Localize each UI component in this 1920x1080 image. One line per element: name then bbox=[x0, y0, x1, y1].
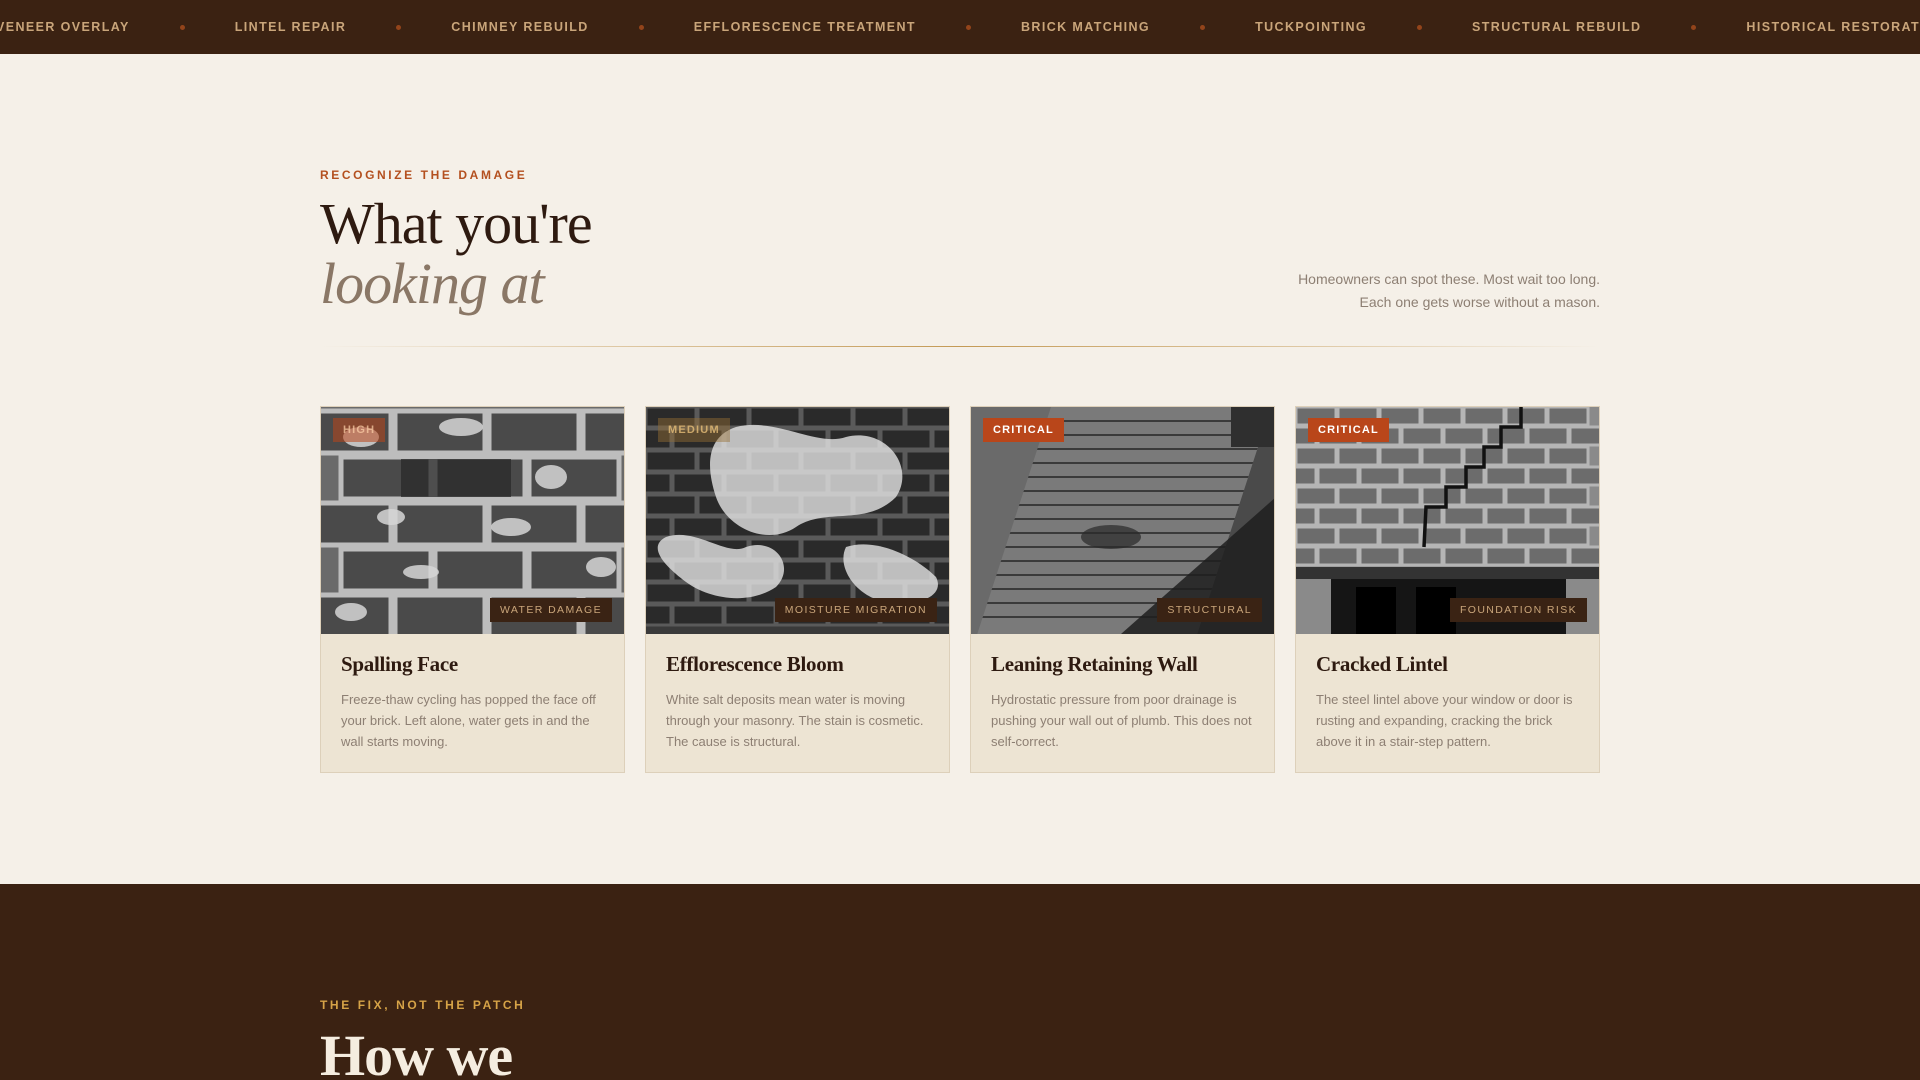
card-body: Efflorescence Bloom White salt deposits … bbox=[646, 634, 949, 772]
card-description: The steel lintel above your window or do… bbox=[1316, 692, 1573, 749]
spalled-brick-photo: HIGH WATER DAMAGE bbox=[321, 407, 624, 634]
marquee-item: CHIMNEY REBUILD bbox=[451, 20, 589, 34]
category-badge: WATER DAMAGE bbox=[490, 598, 612, 622]
marquee-separator-dot-icon bbox=[179, 24, 185, 30]
severity-badge: CRITICAL bbox=[1308, 418, 1389, 442]
card-body: Spalling Face Freeze-thaw cycling has po… bbox=[321, 634, 624, 772]
severity-badge: HIGH bbox=[333, 418, 386, 442]
section-eyebrow: RECOGNIZE THE DAMAGE bbox=[320, 168, 528, 182]
marquee-item: LINTEL REPAIR bbox=[234, 20, 347, 34]
damage-section: RECOGNIZE THE DAMAGE What you're looking… bbox=[0, 54, 1920, 884]
card-title: Cracked Lintel bbox=[1316, 652, 1448, 676]
marquee-track: VENEER OVERLAY LINTEL REPAIR CHIMNEY REBUI… bbox=[0, 0, 1920, 54]
card-body: Cracked Lintel The steel lintel above yo… bbox=[1296, 634, 1599, 772]
marquee-item: VENEER OVERLAY bbox=[0, 20, 130, 34]
card-description: Freeze-thaw cycling has popped the face … bbox=[341, 692, 596, 749]
card-body: Leaning Retaining Wall Hydrostatic press… bbox=[971, 634, 1274, 772]
card-title: Efflorescence Bloom bbox=[666, 652, 844, 676]
efflorescence-brick-photo: MEDIUM MOISTURE MIGRATION bbox=[646, 407, 949, 634]
marquee-item: TUCKPOINTING bbox=[1255, 20, 1367, 34]
fix-eyebrow: THE FIX, NOT THE PATCH bbox=[320, 998, 526, 1012]
card-description: Hydrostatic pressure from poor drainage … bbox=[991, 692, 1252, 749]
section-headline: What you're looking at bbox=[320, 191, 593, 316]
category-badge: MOISTURE MIGRATION bbox=[774, 598, 937, 622]
cracked-lintel-photo: CRITICAL FOUNDATION RISK bbox=[1296, 407, 1599, 634]
marquee-item: STRUCTURAL REBUILD bbox=[1472, 20, 1642, 34]
fix-section: THE FIX, NOT THE PATCH How we bbox=[0, 884, 1920, 1080]
damage-card-cracked-lintel[interactable]: CRITICAL FOUNDATION RISK Cracked Lintel … bbox=[1295, 406, 1600, 773]
marquee-separator-dot-icon bbox=[1200, 24, 1206, 30]
damage-cards: HIGH WATER DAMAGE Spalling Face Freeze-t… bbox=[320, 406, 1600, 773]
headline-line-2: looking at bbox=[320, 251, 545, 316]
marquee-separator-dot-icon bbox=[965, 24, 971, 30]
card-description: White salt deposits mean water is moving… bbox=[666, 692, 924, 749]
damage-card-spalling[interactable]: HIGH WATER DAMAGE Spalling Face Freeze-t… bbox=[320, 406, 625, 773]
marquee-item: BRICK MATCHING bbox=[1020, 20, 1151, 34]
leaning-wall-photo: CRITICAL STRUCTURAL bbox=[971, 407, 1274, 634]
card-title: Spalling Face bbox=[341, 652, 458, 676]
marquee-item: HISTORICAL RESTORATION bbox=[1746, 20, 1920, 34]
damage-card-leaning-wall[interactable]: CRITICAL STRUCTURAL Leaning Retaining Wa… bbox=[970, 406, 1275, 773]
category-badge: STRUCTURAL bbox=[1157, 598, 1262, 622]
section-divider bbox=[320, 346, 1600, 347]
damage-card-efflorescence[interactable]: MEDIUM MOISTURE MIGRATION Efflorescence … bbox=[645, 406, 950, 773]
marquee-separator-dot-icon bbox=[1691, 24, 1697, 30]
intro-line-2: Each one gets worse without a mason. bbox=[1359, 294, 1600, 310]
severity-badge: CRITICAL bbox=[983, 418, 1064, 442]
card-title: Leaning Retaining Wall bbox=[991, 652, 1198, 676]
services-marquee: VENEER OVERLAY LINTEL REPAIR CHIMNEY REBUI… bbox=[0, 0, 1920, 54]
marquee-separator-dot-icon bbox=[396, 24, 402, 30]
headline-line-1: What you're bbox=[320, 191, 593, 256]
marquee-separator-dot-icon bbox=[638, 24, 644, 30]
severity-badge: MEDIUM bbox=[658, 418, 730, 442]
category-badge: FOUNDATION RISK bbox=[1449, 598, 1587, 622]
section-intro: Homeowners can spot these. Most wait too… bbox=[1200, 268, 1600, 314]
marquee-separator-dot-icon bbox=[1417, 24, 1422, 30]
intro-line-1: Homeowners can spot these. Most wait too… bbox=[1298, 271, 1600, 287]
marquee-item: EFFLORESCENCE TREATMENT bbox=[693, 20, 916, 34]
fix-headline: How we bbox=[320, 1023, 513, 1080]
